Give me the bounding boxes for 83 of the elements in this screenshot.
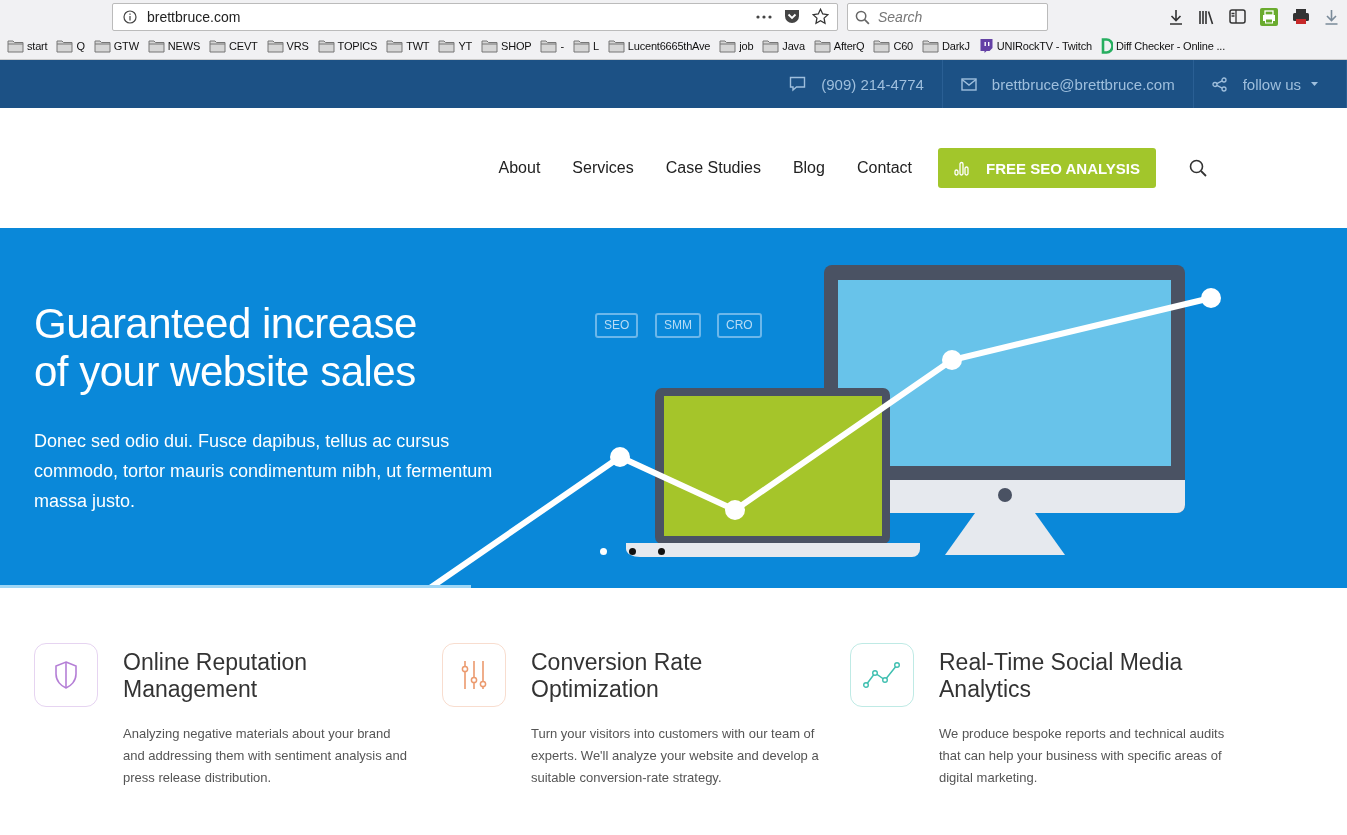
folder-icon <box>266 39 284 53</box>
address-field[interactable]: brettbruce.com <box>112 2 838 31</box>
bookmark-item[interactable]: Q <box>56 39 85 53</box>
star-icon[interactable] <box>812 8 829 25</box>
bookmark-item[interactable]: TWT <box>386 39 430 53</box>
slide-dot[interactable] <box>629 548 636 555</box>
hero-description: Donec sed odio dui. Fusce dapibus, tellus ac cursus commodo, tortor mauris condimentum nibh, ut fermentum massa justo. <box>34 430 494 513</box>
nav-link[interactable]: Services <box>572 159 634 177</box>
sidebar-icon[interactable] <box>1229 9 1246 24</box>
speech-bubble-icon <box>789 76 807 92</box>
slide-dot[interactable] <box>600 548 607 555</box>
feature-description: Analyzing negative materials about your brand and addressing them with sentiment analysis and press release distribution. <box>123 725 408 787</box>
search-icon[interactable] <box>1189 159 1207 177</box>
tag-label: CRO <box>717 313 762 338</box>
bookmark-item[interactable]: AfterQ <box>813 39 865 53</box>
folder-icon <box>481 39 499 53</box>
follow-us-dropdown[interactable]: follow us <box>1242 75 1301 93</box>
feature-description: Turn your visitors into customers with our team of experts. We'll analyze your website and develop a suitable conversion-rate strategy. <box>531 725 820 787</box>
tag-label: SMM <box>655 313 701 338</box>
search-field[interactable]: Search <box>847 2 1048 31</box>
bookmark-item[interactable]: - <box>540 39 564 53</box>
more-icon[interactable] <box>756 14 772 19</box>
folder-icon <box>56 39 74 53</box>
bookmark-item[interactable]: C60 <box>873 39 913 53</box>
folder-icon <box>147 39 165 53</box>
bookmark-item[interactable]: VRS <box>266 39 309 53</box>
bookmark-item[interactable]: L <box>572 39 599 53</box>
line-chart-icon <box>863 661 901 689</box>
folder-icon <box>572 39 590 53</box>
folder-icon <box>607 39 625 53</box>
chat-bubble-icon <box>978 38 994 54</box>
slide-dot[interactable] <box>658 548 665 555</box>
download-icon[interactable] <box>1168 8 1184 25</box>
bookmark-item[interactable]: TOPICS <box>317 39 378 53</box>
feature-title: Online Reputation Management <box>123 649 309 703</box>
email-link[interactable]: brettbruce@brettbruce.com <box>991 75 1175 93</box>
folder-icon <box>813 39 831 53</box>
letter-d-icon <box>1100 38 1113 54</box>
feature-description: We produce bespoke reports and technical audits that can help your business with specific areas of digital marketing. <box>939 725 1226 787</box>
folder-icon <box>438 39 456 53</box>
share-icon <box>1211 76 1227 92</box>
folder-icon <box>7 39 24 53</box>
bookmark-item[interactable]: NEWS <box>147 39 201 53</box>
shield-icon <box>53 660 79 690</box>
nav-link[interactable]: Blog <box>792 159 825 177</box>
bookmark-item[interactable]: DarkJ <box>922 39 970 53</box>
pocket-icon[interactable] <box>784 9 800 24</box>
bookmark-item[interactable]: GTW <box>93 39 139 53</box>
info-icon <box>123 9 137 24</box>
nav-link[interactable]: Contact <box>856 159 913 177</box>
feature-title: Conversion Rate Optimization <box>531 649 704 703</box>
bookmark-item[interactable]: start <box>7 39 48 53</box>
bookmark-item[interactable]: job <box>719 39 754 53</box>
folder-icon <box>209 39 227 53</box>
pdf-printer-icon[interactable] <box>1292 8 1310 25</box>
library-icon[interactable] <box>1198 8 1215 25</box>
nav-link[interactable]: Case Studies <box>665 159 761 177</box>
folder-icon <box>540 39 558 53</box>
folder-icon <box>93 39 111 53</box>
bookmark-item[interactable]: Lucent6665thAve <box>607 39 711 53</box>
envelope-icon <box>960 77 977 91</box>
hero-heading: Guaranteed increase of your website sales <box>34 300 418 396</box>
bookmark-item[interactable]: Diff Checker - Online ... <box>1100 38 1226 54</box>
caret-icon <box>1311 82 1318 86</box>
feature-title: Real-Time Social Media Analytics <box>939 649 1184 703</box>
search-icon <box>855 9 870 25</box>
tag-label: SEO <box>595 313 639 338</box>
folder-icon <box>762 39 780 53</box>
bookmark-item[interactable]: Java <box>762 39 805 53</box>
bar-chart-icon <box>954 160 970 176</box>
folder-icon <box>922 39 939 53</box>
printer-icon[interactable] <box>1260 7 1278 26</box>
bookmark-item[interactable]: YT <box>438 39 473 53</box>
folder-icon <box>317 39 335 53</box>
folder-icon <box>873 39 891 53</box>
bookmark-item[interactable]: CEVT <box>209 39 258 53</box>
bookmark-item[interactable]: SHOP <box>481 39 532 53</box>
sliders-icon <box>461 659 487 691</box>
phone-number: (909) 214-4774 <box>821 75 924 93</box>
nav-link[interactable]: About <box>498 159 541 177</box>
bookmark-item[interactable]: UNIRockTV - Twitch <box>978 38 1092 54</box>
folder-icon <box>719 39 737 53</box>
folder-icon <box>386 39 404 53</box>
